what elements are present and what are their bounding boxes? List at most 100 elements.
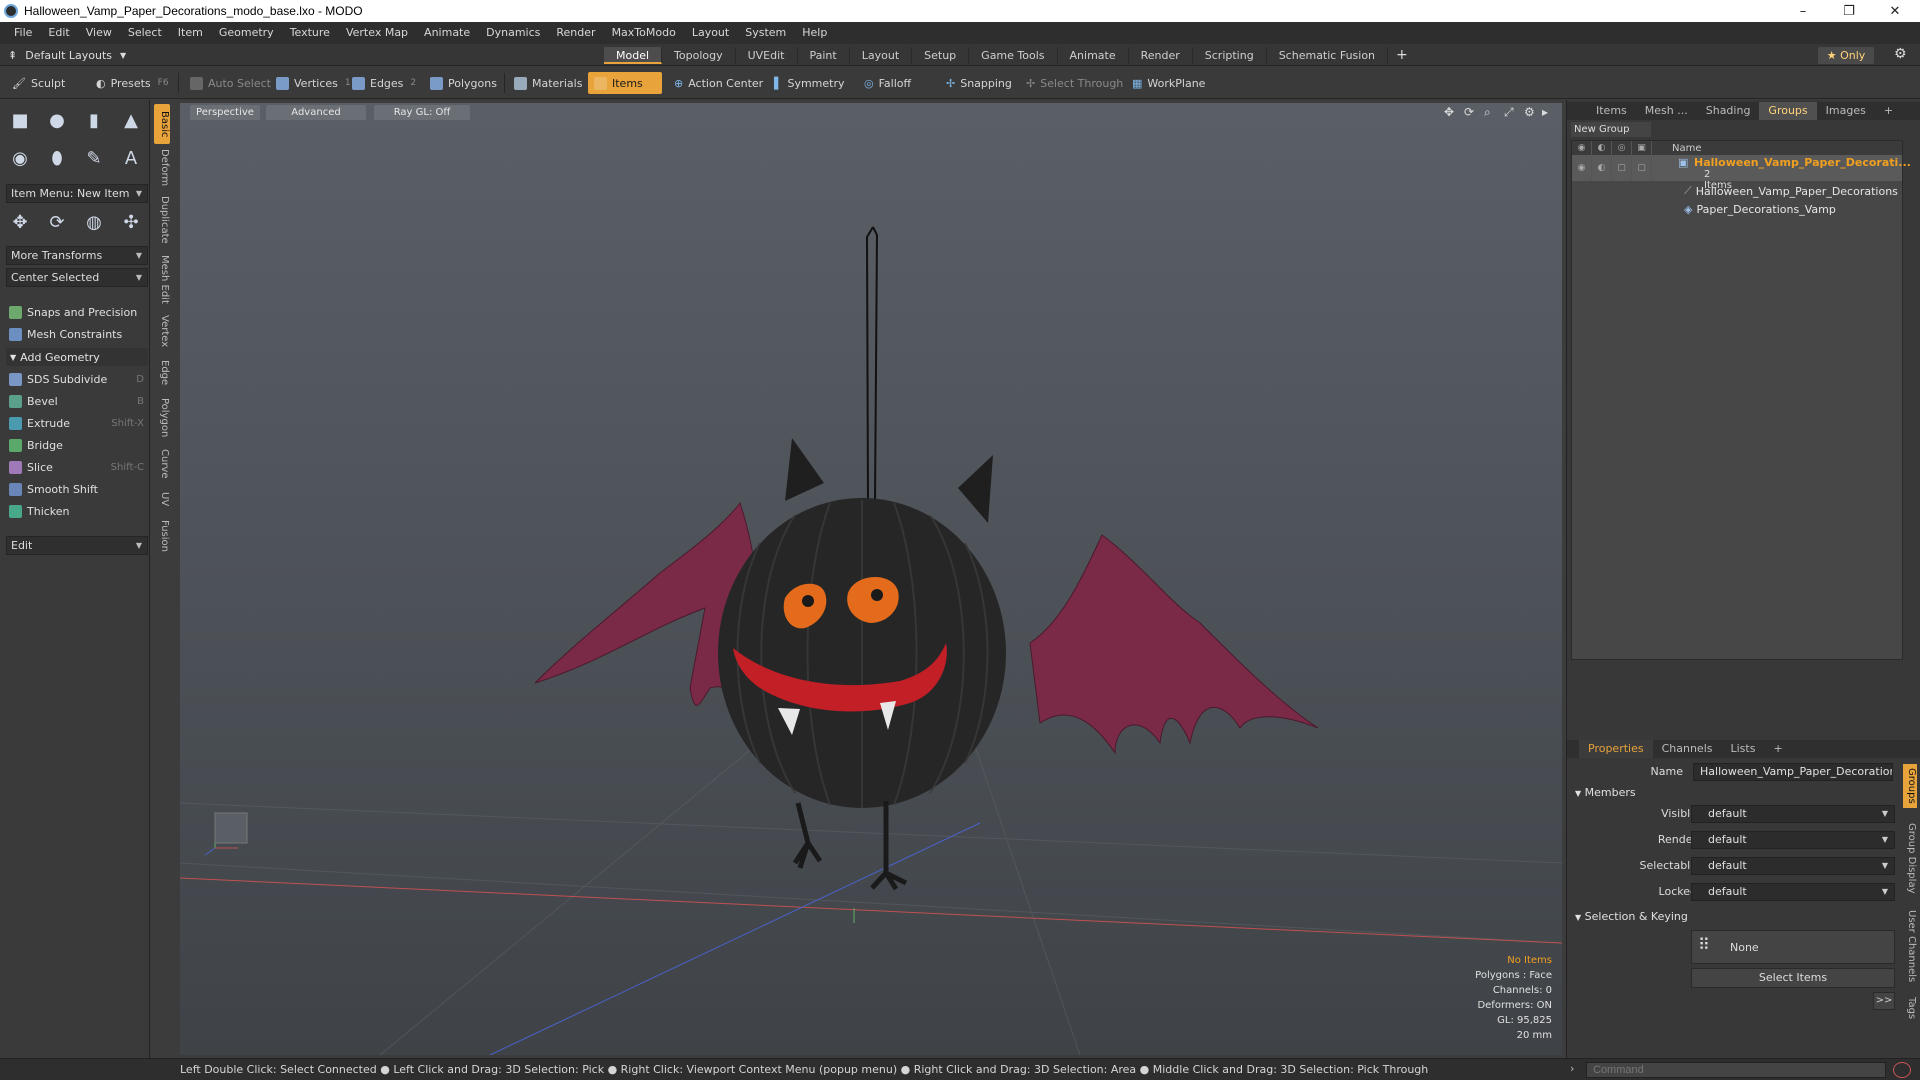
tab-animate[interactable]: Animate	[1058, 47, 1129, 64]
perspective-tab[interactable]: Perspective	[190, 105, 260, 120]
materials-button[interactable]: Materials	[508, 72, 588, 94]
visible-select[interactable]: default ▼	[1691, 805, 1895, 823]
tab-render[interactable]: Render	[1129, 47, 1193, 64]
move-icon[interactable]: ✥	[6, 208, 34, 236]
viewport-settings-icon[interactable]: ⚙	[1524, 105, 1535, 119]
rotate-view-icon[interactable]: ⟳	[1464, 105, 1474, 119]
vtab-duplicate[interactable]: Duplicate	[154, 194, 170, 246]
tab-images[interactable]: Images	[1817, 102, 1875, 120]
menu-dynamics[interactable]: Dynamics	[478, 22, 548, 44]
text-icon[interactable]: A	[117, 144, 145, 172]
tab-channels[interactable]: Channels	[1653, 740, 1722, 758]
gear-icon[interactable]: ⚙	[1894, 46, 1907, 62]
maximize-button[interactable]: ❐	[1826, 0, 1872, 22]
menu-help[interactable]: Help	[794, 22, 835, 44]
selectable-select[interactable]: default ▼	[1691, 857, 1895, 875]
vtab-group-display[interactable]: Group Display	[1903, 816, 1917, 900]
advanced-tab[interactable]: Advanced	[266, 105, 366, 120]
symmetry-button[interactable]: ▌ Symmetry	[768, 72, 851, 94]
more-button[interactable]: >>	[1873, 992, 1895, 1010]
tab-groups[interactable]: Groups	[1759, 102, 1817, 120]
vtab-deform[interactable]: Deform	[154, 148, 170, 188]
menu-render[interactable]: Render	[548, 22, 603, 44]
vtab-vertex[interactable]: Vertex	[154, 312, 170, 350]
menu-select[interactable]: Select	[120, 22, 170, 44]
add-tab-button[interactable]: +	[1875, 102, 1902, 120]
sphere-icon[interactable]: ●	[43, 106, 71, 134]
vtab-groups[interactable]: Groups	[1903, 764, 1917, 808]
group-name-field[interactable]: Halloween_Vamp_Paper_Decorations (2	[1693, 763, 1893, 781]
menu-vertex-map[interactable]: Vertex Map	[338, 22, 416, 44]
tab-schematic-fusion[interactable]: Schematic Fusion	[1267, 47, 1389, 64]
add-tab-button[interactable]: +	[1388, 47, 1416, 64]
vtab-basic[interactable]: Basic	[154, 104, 170, 144]
minimize-button[interactable]: –	[1780, 0, 1826, 22]
menu-edit[interactable]: Edit	[40, 22, 77, 44]
pan-icon[interactable]: ✥	[1444, 105, 1454, 119]
bevel-button[interactable]: Bevel B	[6, 391, 148, 411]
lock-icon[interactable]: ▢	[1632, 155, 1652, 181]
menu-view[interactable]: View	[78, 22, 120, 44]
vtab-uv[interactable]: UV	[154, 488, 170, 510]
vtab-curve[interactable]: Curve	[154, 448, 170, 480]
tab-topology[interactable]: Topology	[662, 47, 736, 64]
selection-keying-section[interactable]: ▼ Selection & Keying	[1575, 910, 1688, 923]
items-button[interactable]: Items	[588, 72, 662, 94]
scale-icon[interactable]: ◍	[80, 208, 108, 236]
locked-select[interactable]: default ▼	[1691, 883, 1895, 901]
zoom-icon[interactable]: ⌕	[1484, 105, 1491, 120]
vtab-user-channels[interactable]: User Channels	[1903, 906, 1917, 986]
list-item[interactable]: ◈ Paper_Decorations_Vamp	[1572, 201, 1902, 217]
tab-paint[interactable]: Paint	[798, 47, 850, 64]
falloff-button[interactable]: ◎ Falloff	[858, 72, 917, 94]
tab-game-tools[interactable]: Game Tools	[969, 47, 1058, 64]
eye-icon[interactable]: ◉	[1572, 155, 1592, 181]
cube-icon[interactable]: ■	[6, 106, 34, 134]
tab-scripting[interactable]: Scripting	[1193, 47, 1267, 64]
select-icon[interactable]: ▢	[1612, 155, 1632, 181]
edit-dropdown[interactable]: Edit ▼	[6, 536, 148, 555]
polygons-button[interactable]: Polygons	[424, 72, 503, 94]
tab-properties[interactable]: Properties	[1579, 740, 1653, 758]
fit-icon[interactable]: ⤢	[1504, 105, 1514, 120]
vtab-polygon[interactable]: Polygon	[154, 396, 170, 440]
3d-viewport[interactable]: Perspective Advanced Ray GL: Off ✥ ⟳ ⌕ ⤢…	[180, 103, 1562, 1055]
only-button[interactable]: ★ Only	[1818, 47, 1874, 64]
tab-uvedit[interactable]: UVEdit	[736, 47, 798, 64]
menu-layout[interactable]: Layout	[684, 22, 737, 44]
default-layouts-dropdown[interactable]: ⇞ Default Layouts ▼	[8, 47, 126, 63]
tab-model[interactable]: Model	[604, 47, 663, 64]
snaps-and-precision-button[interactable]: Snaps and Precision	[6, 302, 148, 322]
edges-button[interactable]: Edges 2	[346, 72, 422, 94]
command-record-icon[interactable]	[1893, 1062, 1911, 1078]
menu-maxtomodo[interactable]: MaxToModo	[604, 22, 684, 44]
tab-layout[interactable]: Layout	[850, 47, 913, 64]
auto-select-button[interactable]: Auto Select	[184, 72, 277, 94]
menu-system[interactable]: System	[737, 22, 794, 44]
tab-lists[interactable]: Lists	[1722, 740, 1765, 758]
workplane-button[interactable]: ▦ WorkPlane	[1126, 72, 1211, 94]
group-row[interactable]: ◉ ◐ ▢ ▢ ▣ Halloween_Vamp_Paper_Decorati.…	[1572, 155, 1911, 191]
rotate-icon[interactable]: ⟳	[43, 208, 71, 236]
cylinder-icon[interactable]: ▮	[80, 106, 108, 134]
sculpt-button[interactable]: 🖌 Sculpt	[6, 72, 88, 94]
select-through-button[interactable]: ✢ Select Through	[1020, 72, 1129, 94]
none-button[interactable]: ⠿ None	[1691, 930, 1895, 964]
item-menu-dropdown[interactable]: Item Menu: New Item ▼	[6, 184, 148, 203]
thicken-button[interactable]: Thicken	[6, 501, 148, 521]
presets-button[interactable]: ◐ Presets F6	[90, 72, 170, 94]
snapping-button[interactable]: ✢ Snapping	[940, 72, 1018, 94]
render-icon[interactable]: ◐	[1592, 155, 1612, 181]
torus-icon[interactable]: ◉	[6, 144, 34, 172]
pen-icon[interactable]: ✎	[80, 144, 108, 172]
more-transforms-dropdown[interactable]: More Transforms ▼	[6, 246, 148, 265]
tab-shading[interactable]: Shading	[1697, 102, 1760, 120]
menu-item[interactable]: Item	[170, 22, 211, 44]
action-center-button[interactable]: ⊕ Action Center	[668, 72, 769, 94]
tab-mesh[interactable]: Mesh ...	[1636, 102, 1697, 120]
sds-subdivide-button[interactable]: SDS Subdivide D	[6, 369, 148, 389]
command-input[interactable]	[1586, 1062, 1886, 1078]
capsule-icon[interactable]: ⬮	[43, 144, 71, 172]
vtab-mesh-edit[interactable]: Mesh Edit	[154, 254, 170, 304]
vtab-tags[interactable]: Tags	[1903, 992, 1917, 1024]
